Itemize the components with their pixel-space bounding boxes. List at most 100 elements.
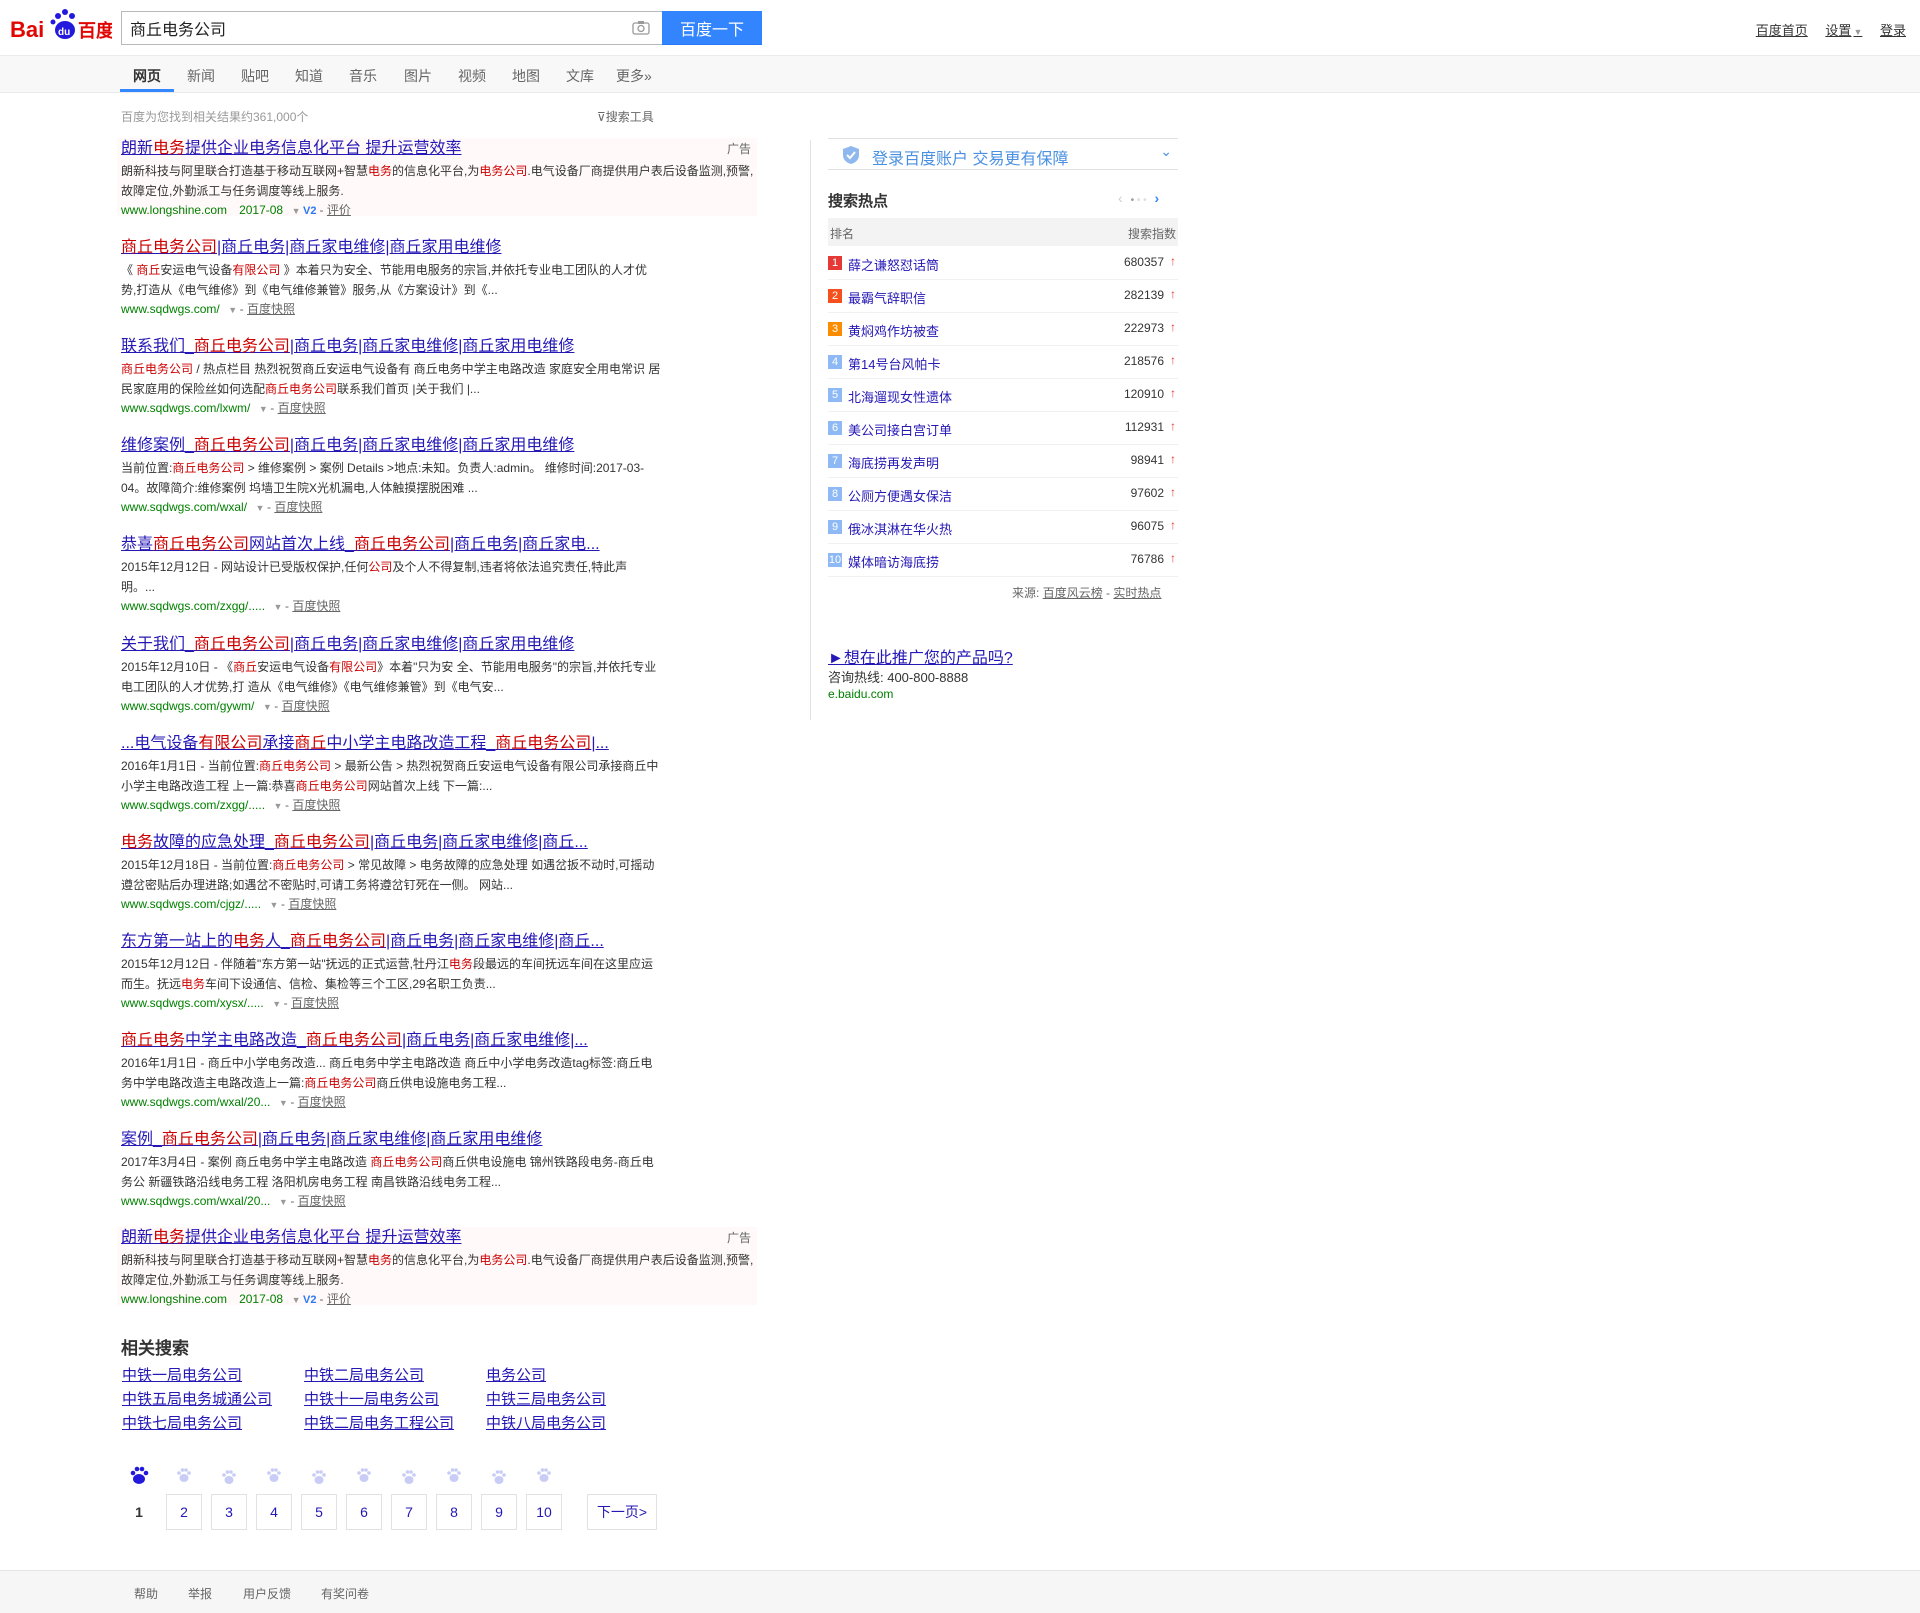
page-link[interactable]: 2 [166,1494,202,1530]
page-link[interactable]: 4 [256,1494,292,1530]
hot-item-title[interactable]: 海底捞再发声明 [848,453,939,472]
tab-news[interactable]: 新闻 [187,66,215,86]
cache-link[interactable]: 百度快照 [274,500,322,514]
related-link[interactable]: 中铁二局电务工程公司 [304,1412,454,1433]
related-link[interactable]: 中铁十一局电务公司 [304,1388,439,1409]
related-link[interactable]: 电务公司 [486,1364,546,1385]
footer-survey[interactable]: 有奖问卷 [321,1585,369,1602]
page-link[interactable]: 9 [481,1494,517,1530]
result-url[interactable]: www.longshine.com [121,203,227,217]
result-url[interactable]: www.sqdwgs.com/ [121,302,220,316]
caret-down-icon[interactable]: ▼ [289,206,303,216]
cache-link[interactable]: 百度快照 [288,897,336,911]
result-title-link[interactable]: 商丘电务公司|商丘电务|商丘家电维修|商丘家用电维修 [121,239,502,256]
result-title-link[interactable]: 朗新电务提供企业电务信息化平台 提升运营效率 [121,140,461,157]
evaluate-link[interactable]: 评价 [327,203,351,217]
result-url[interactable]: www.sqdwgs.com/xysx/..... [121,996,264,1010]
hot-item-title[interactable]: 俄冰淇淋在华火热 [848,519,952,538]
page-link[interactable]: 10 [526,1494,562,1530]
hot-item-title[interactable]: 公厕方便遇女保洁 [848,486,952,505]
hot-item[interactable]: 7 海底捞再发声明 98941 ↑ [828,445,1178,478]
hot-item[interactable]: 1 薛之谦怒怼话筒 680357 ↑ [828,247,1178,280]
related-link[interactable]: 中铁一局电务公司 [122,1364,242,1385]
page-link[interactable]: 5 [301,1494,337,1530]
tab-tieba[interactable]: 贴吧 [241,66,269,86]
result-url[interactable]: www.sqdwgs.com/wxal/20... [121,1095,270,1109]
cache-link[interactable]: 百度快照 [282,699,330,713]
related-link[interactable]: 中铁三局电务公司 [486,1388,606,1409]
caret-down-icon[interactable]: ▼ [256,404,270,414]
search-button[interactable]: 百度一下 [662,11,762,45]
footer-report[interactable]: 举报 [188,1585,212,1602]
cache-link[interactable]: 百度快照 [291,996,339,1010]
result-url[interactable]: www.sqdwgs.com/zxgg/..... [121,798,265,812]
result-title-link[interactable]: 案例_商丘电务公司|商丘电务|商丘家电维修|商丘家用电维修 [121,1131,542,1148]
result-url[interactable]: www.longshine.com [121,1292,227,1306]
hot-item-title[interactable]: 最霸气辞职信 [848,288,926,307]
tab-more[interactable]: 更多» [616,66,652,86]
page-link[interactable]: 8 [436,1494,472,1530]
hot-item[interactable]: 3 黄焖鸡作坊被查 222973 ↑ [828,313,1178,346]
tab-wenku[interactable]: 文库 [566,66,594,86]
page-link[interactable]: 7 [391,1494,427,1530]
hot-item-title[interactable]: 媒体暗访海底捞 [848,552,939,571]
caret-down-icon[interactable]: ▼ [271,801,285,811]
hot-item[interactable]: 4 第14号台风帕卡 218576 ↑ [828,346,1178,379]
source-link-fengyun[interactable]: 百度风云榜 [1043,586,1103,600]
related-link[interactable]: 中铁五局电务城通公司 [122,1388,272,1409]
hot-item[interactable]: 9 俄冰淇淋在华火热 96075 ↑ [828,511,1178,544]
page-link[interactable]: 3 [211,1494,247,1530]
hot-item[interactable]: 5 北海遛现女性遗体 120910 ↑ [828,379,1178,412]
hot-item-title[interactable]: 北海遛现女性遗体 [848,387,952,406]
hot-item[interactable]: 10 媒体暗访海底捞 76786 ↑ [828,544,1178,577]
caret-down-icon[interactable]: ▼ [260,702,274,712]
search-tools-button[interactable]: ⊽搜索工具 [597,108,654,125]
search-input[interactable] [130,12,610,44]
hot-item-title[interactable]: 第14号台风帕卡 [848,354,940,373]
page-link[interactable]: 6 [346,1494,382,1530]
cache-link[interactable]: 百度快照 [298,1194,346,1208]
caret-down-icon[interactable]: ▼ [267,900,281,910]
footer-feedback[interactable]: 用户反馈 [243,1585,291,1602]
baidu-home-link[interactable]: 百度首页 [1756,23,1808,38]
hot-item[interactable]: 2 最霸气辞职信 282139 ↑ [828,280,1178,313]
hot-item-title[interactable]: 美公司接白宫订单 [848,420,952,439]
tab-video[interactable]: 视频 [458,66,486,86]
baidu-logo[interactable]: Bai du 百度 [8,6,115,46]
related-link[interactable]: 中铁八局电务公司 [486,1412,606,1433]
source-link-realtime[interactable]: 实时热点 [1113,586,1161,600]
caret-down-icon[interactable]: ▼ [276,1098,290,1108]
result-title-link[interactable]: 朗新电务提供企业电务信息化平台 提升运营效率 [121,1229,461,1246]
caret-down-icon[interactable]: ▼ [271,602,285,612]
cache-link[interactable]: 百度快照 [292,798,340,812]
result-url[interactable]: www.sqdwgs.com/gywm/ [121,699,254,713]
caret-down-icon[interactable]: ▼ [253,503,267,513]
cache-link[interactable]: 百度快照 [298,1095,346,1109]
result-title-link[interactable]: 关于我们_商丘电务公司|商丘电务|商丘家电维修|商丘家用电维修 [121,636,574,653]
login-link[interactable]: 登录 [1880,23,1906,38]
login-banner[interactable]: 登录百度账户 交易更有保障 ⌄ [828,138,1178,170]
tab-images[interactable]: 图片 [404,66,432,86]
result-title-link[interactable]: 电务故障的应急处理_商丘电务公司|商丘电务|商丘家电维修|商丘... [121,834,588,851]
evaluate-link[interactable]: 评价 [327,1292,351,1306]
promo-link[interactable]: ►想在此推广您的产品吗? [828,644,1013,668]
caret-down-icon[interactable]: ▼ [289,1295,303,1305]
related-link[interactable]: 中铁七局电务公司 [122,1412,242,1433]
result-title-link[interactable]: ...电气设备有限公司承接商丘中小学主电路改造工程_商丘电务公司|... [121,735,609,752]
cache-link[interactable]: 百度快照 [278,401,326,415]
next-page-button[interactable]: 下一页> [587,1494,657,1530]
camera-icon[interactable] [632,20,650,36]
hot-item[interactable]: 8 公厕方便遇女保洁 97602 ↑ [828,478,1178,511]
result-title-link[interactable]: 维修案例_商丘电务公司|商丘电务|商丘家电维修|商丘家用电维修 [121,437,574,454]
result-url[interactable]: www.sqdwgs.com/lxwm/ [121,401,250,415]
chevron-right-icon[interactable]: › [1155,190,1160,206]
tab-music[interactable]: 音乐 [349,66,377,86]
caret-down-icon[interactable]: ▼ [270,999,284,1009]
tab-map[interactable]: 地图 [512,66,540,86]
caret-down-icon[interactable]: ▼ [226,305,240,315]
related-link[interactable]: 中铁二局电务公司 [304,1364,424,1385]
result-url[interactable]: www.sqdwgs.com/wxal/20... [121,1194,270,1208]
result-url[interactable]: www.sqdwgs.com/wxal/ [121,500,247,514]
result-title-link[interactable]: 恭喜商丘电务公司网站首次上线_商丘电务公司|商丘电务|商丘家电... [121,536,600,553]
chevron-left-icon[interactable]: ‹ [1118,190,1123,206]
